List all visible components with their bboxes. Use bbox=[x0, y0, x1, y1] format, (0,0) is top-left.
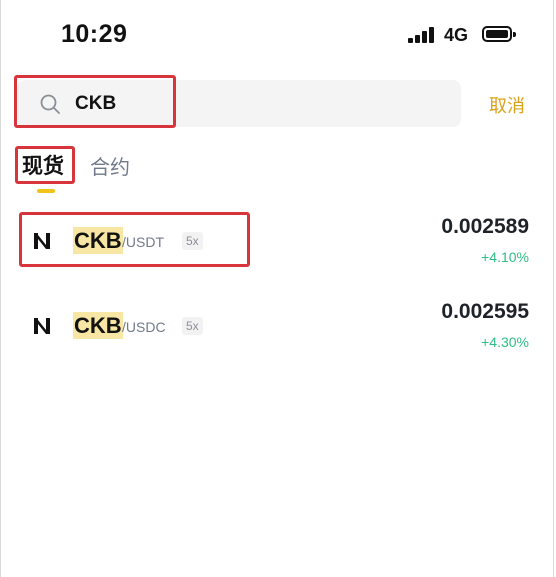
list-item[interactable]: CKB /USDC 5x 0.002595 +4.30% bbox=[1, 297, 553, 357]
cancel-button[interactable]: 取消 bbox=[489, 92, 525, 118]
annotation-box-search bbox=[14, 75, 176, 128]
status-bar: 10:29 4G bbox=[1, 0, 553, 70]
app-screen: 10:29 4G CKB 取消 现货 合约 CKB /USDT 5x 0.002… bbox=[0, 0, 554, 577]
price-change: +4.30% bbox=[481, 334, 529, 350]
leverage-badge: 5x bbox=[182, 317, 203, 335]
last-price: 0.002595 bbox=[441, 300, 529, 323]
battery-icon bbox=[482, 26, 516, 42]
annotation-box-result bbox=[19, 212, 250, 267]
last-price: 0.002589 bbox=[441, 215, 529, 238]
pair-quote-symbol: /USDC bbox=[122, 319, 166, 335]
active-tab-indicator bbox=[37, 189, 55, 193]
network-type: 4G bbox=[444, 25, 469, 45]
cellular-signal-icon bbox=[408, 27, 436, 43]
pair-base-symbol: CKB bbox=[73, 312, 123, 339]
nervos-logo-icon bbox=[34, 318, 50, 334]
price-change: +4.10% bbox=[481, 249, 529, 265]
tab-futures[interactable]: 合约 bbox=[90, 151, 130, 180]
annotation-box-tab bbox=[15, 146, 75, 184]
status-time: 10:29 bbox=[61, 20, 128, 48]
